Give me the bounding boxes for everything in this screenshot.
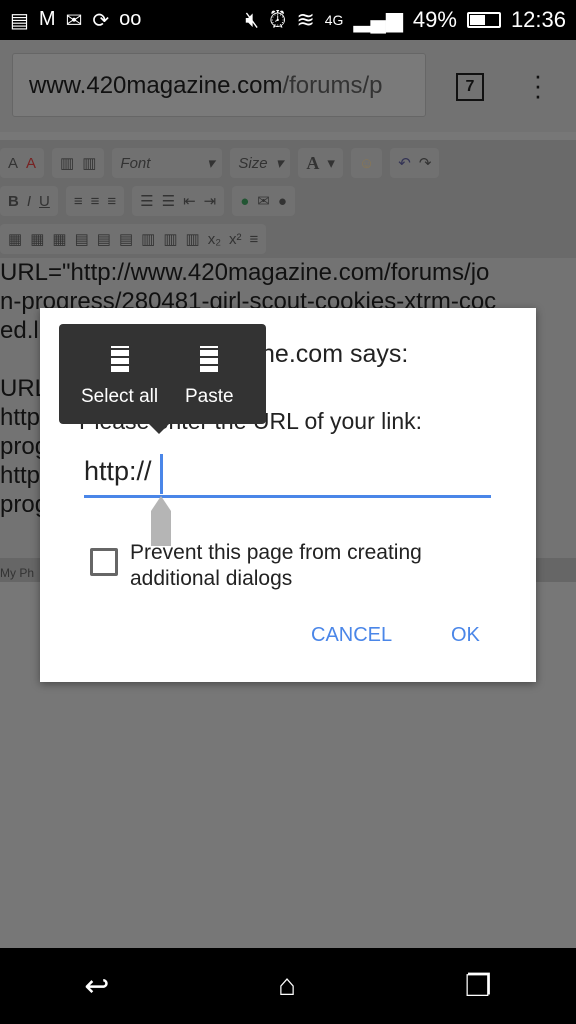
chevron-down-icon: ▾ <box>206 155 215 172</box>
text-cursor <box>160 454 163 494</box>
cursor-handle[interactable] <box>151 496 171 546</box>
paste-button[interactable]: Paste <box>185 342 234 408</box>
status-bar: ▤ M ✉ ⟳ oo 🔇︎ ⏰︎ ≋ 4G ▂▄▆ 49% 12:36 <box>0 0 576 40</box>
clock: 12:36 <box>510 7 566 32</box>
mail-icon: ✉ <box>65 9 83 32</box>
superscript-icon[interactable]: x² <box>229 231 242 248</box>
col-delete-icon[interactable]: ▥ <box>186 230 200 248</box>
remove-format-icon[interactable]: A <box>26 155 36 172</box>
popup-pointer <box>149 424 169 434</box>
text-color-icon[interactable]: A <box>8 155 18 172</box>
style-group: BIU <box>0 186 58 216</box>
ok-button[interactable]: OK <box>451 624 480 647</box>
mute-icon: 🔇︎ <box>245 7 260 32</box>
paste-label: Paste <box>185 386 234 407</box>
italic-icon[interactable]: I <box>27 193 31 210</box>
table-props-icon[interactable]: ▦ <box>30 230 44 248</box>
home-icon[interactable]: ⌂ <box>278 969 296 1003</box>
insert-link-icon[interactable]: ● <box>240 193 249 210</box>
font-color-button[interactable]: A ▾ <box>298 148 343 178</box>
url-path: /forums/p <box>282 72 383 99</box>
list-group: ☰ ☰ ⇤ ⇥ <box>132 186 225 216</box>
editor-line: URL="http://www.420magazine.com/forums/j… <box>0 259 490 286</box>
email-link-icon[interactable]: ✉ <box>257 192 270 210</box>
signal-icon: ▂▄▆ <box>353 7 403 32</box>
battery-icon <box>466 12 501 28</box>
clipboard-group: ▥ ▥ <box>52 148 105 178</box>
prevent-dialogs-label[interactable]: Prevent this page from creating addition… <box>130 540 470 592</box>
address-bar[interactable]: www.420magazine.com/forums/p <box>12 53 426 117</box>
url-input[interactable] <box>84 448 491 498</box>
link-group: ● ✉ ● <box>232 186 295 216</box>
editor-toolbar: AA ▥ ▥ Font ▾ Size ▾ A ▾ ☺ ↶ ↷ BIU ≡ ≡ ≡ ☰ ☰ ⇤ ⇥ ●… <box>0 140 576 258</box>
voicemail-icon: oo <box>119 7 142 30</box>
format-group: AA <box>0 148 45 178</box>
underline-icon[interactable]: U <box>39 193 50 210</box>
paste-text-icon[interactable]: ▥ <box>82 154 96 172</box>
prevent-dialogs-checkbox[interactable] <box>90 548 118 576</box>
horizontal-rule-icon[interactable]: ≡ <box>250 231 259 248</box>
battery-percent: 49% <box>412 7 457 32</box>
select-all-icon <box>107 342 133 378</box>
numbered-list-icon[interactable]: ☰ <box>140 192 153 210</box>
align-left-icon[interactable]: ≡ <box>74 193 83 210</box>
size-label: Size <box>238 154 268 172</box>
smiley-icon[interactable]: ☺ <box>350 148 383 178</box>
chevron-down-icon: ▾ <box>275 155 284 172</box>
back-icon[interactable]: ↩ <box>84 969 109 1004</box>
gmail-icon: M <box>38 7 56 30</box>
tab-switcher-button[interactable]: 7 <box>456 73 484 101</box>
align-center-icon[interactable]: ≡ <box>91 193 100 210</box>
browser-toolbar: www.420magazine.com/forums/p 7 · · · <box>0 40 576 132</box>
bullet-list-icon[interactable]: ☰ <box>162 192 175 210</box>
alarm-icon: ⏰︎ <box>269 7 287 32</box>
font-label: Font <box>120 154 151 172</box>
bold-icon[interactable]: B <box>8 193 19 210</box>
unlink-icon[interactable]: ● <box>278 193 287 210</box>
cancel-button[interactable]: CANCEL <box>311 624 392 647</box>
undo-icon[interactable]: ↶ <box>398 154 411 172</box>
font-select[interactable]: Font ▾ <box>112 148 223 178</box>
sync-icon: ⟳ <box>92 9 110 32</box>
align-group: ≡ ≡ ≡ <box>65 186 125 216</box>
indent-icon[interactable]: ⇥ <box>204 192 217 210</box>
outdent-icon[interactable]: ⇤ <box>183 192 196 210</box>
row-delete-icon[interactable]: ▤ <box>119 230 133 248</box>
row-insert-icon[interactable]: ▤ <box>75 230 89 248</box>
align-right-icon[interactable]: ≡ <box>107 193 116 210</box>
overflow-menu-icon[interactable]: · · · <box>530 62 546 108</box>
col-after-icon[interactable]: ▥ <box>163 230 177 248</box>
paste-icon <box>196 342 222 378</box>
select-all-label: Select all <box>81 386 159 407</box>
size-select[interactable]: Size ▾ <box>230 148 291 178</box>
col-insert-icon[interactable]: ▥ <box>141 230 155 248</box>
text-selection-menu: Select all Paste <box>59 324 266 434</box>
image-icon: ▤ <box>10 9 29 32</box>
table-delete-icon[interactable]: ▦ <box>52 230 66 248</box>
notification-icons: ▤ M ✉ ⟳ oo <box>10 8 141 33</box>
url-host: www.420magazine.com <box>29 72 283 99</box>
redo-icon[interactable]: ↷ <box>419 154 432 172</box>
paste-icon[interactable]: ▥ <box>60 154 74 172</box>
select-all-button[interactable]: Select all <box>81 342 158 408</box>
navigation-bar: ↩ ⌂ ❐ <box>0 948 576 1024</box>
recents-icon[interactable]: ❐ <box>465 969 492 1004</box>
table-icon[interactable]: ▦ <box>8 230 22 248</box>
row-above-icon[interactable]: ▤ <box>97 230 111 248</box>
subscript-icon[interactable]: x₂ <box>208 231 221 248</box>
wifi-icon: ≋ <box>296 7 315 32</box>
network-type: 4G <box>324 12 344 28</box>
undo-redo-group: ↶ ↷ <box>390 148 440 178</box>
table-group: ▦ ▦ ▦ ▤ ▤ ▤ ▥ ▥ ▥ x₂ x² ≡ <box>0 224 267 254</box>
